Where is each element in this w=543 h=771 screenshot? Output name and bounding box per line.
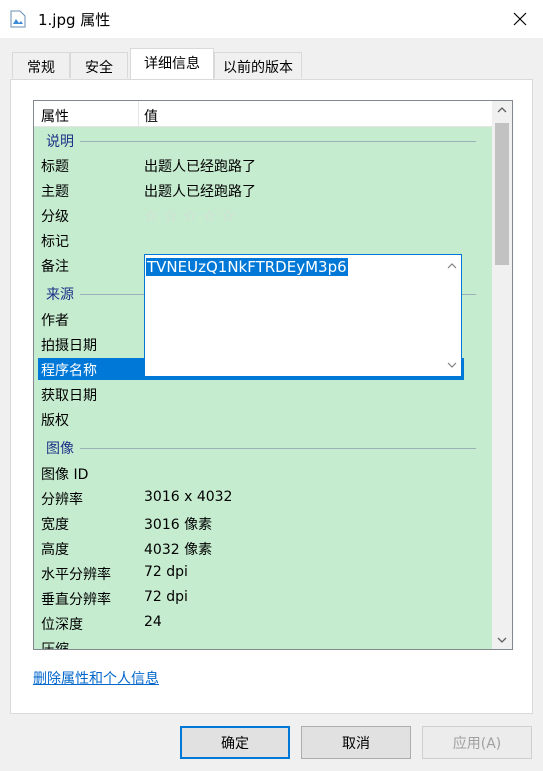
row-copyright-label: 版权 xyxy=(41,413,69,429)
group-divider xyxy=(80,448,476,449)
list-scrollbar[interactable] xyxy=(492,101,512,649)
row-tags-label: 标记 xyxy=(41,234,69,250)
row-h-res-value: 72 dpi xyxy=(144,564,188,580)
tab-general[interactable]: 常规 xyxy=(12,52,70,78)
group-origin[interactable]: 来源 xyxy=(46,284,74,304)
row-rating-label: 分级 xyxy=(41,209,69,225)
row-v-res-value: 72 dpi xyxy=(144,589,188,605)
scroll-thumb[interactable] xyxy=(495,123,509,265)
editor-scrollbar[interactable] xyxy=(443,255,461,376)
rating-stars[interactable]: ☆☆☆☆☆ xyxy=(144,206,241,225)
properties-list[interactable]: 属性 值 说明 标题 出题人已经跑路了 主题 出题人已经跑路了 分级 ☆☆☆☆☆… xyxy=(33,100,513,650)
row-title-label: 标题 xyxy=(41,159,69,175)
comments-editor[interactable]: TVNEUzQ1NkFTRDEyM3p6 xyxy=(144,254,462,377)
title-bar: 1.jpg 属性 xyxy=(0,0,543,38)
row-program-label: 程序名称 xyxy=(41,363,97,379)
row-subject-value[interactable]: 出题人已经跑路了 xyxy=(144,181,256,201)
close-button[interactable] xyxy=(497,0,543,38)
row-author-label: 作者 xyxy=(41,313,69,329)
row-h-res-label: 水平分辨率 xyxy=(41,567,111,583)
column-header-property[interactable]: 属性 xyxy=(41,106,69,126)
star-icon[interactable]: ☆ xyxy=(163,206,182,225)
scroll-up-button[interactable] xyxy=(492,101,512,119)
row-v-res-label: 垂直分辨率 xyxy=(41,592,111,608)
group-image[interactable]: 图像 xyxy=(46,438,74,458)
row-date-taken-label: 拍摄日期 xyxy=(41,338,97,354)
row-dimensions-label: 分辨率 xyxy=(41,492,83,508)
cancel-button[interactable]: 取消 xyxy=(301,726,411,759)
tab-previous-versions[interactable]: 以前的版本 xyxy=(214,52,302,78)
star-icon[interactable]: ☆ xyxy=(183,206,202,225)
scroll-down-button[interactable] xyxy=(492,631,512,649)
row-height-value: 4032 像素 xyxy=(144,542,213,558)
star-icon[interactable]: ☆ xyxy=(221,206,240,225)
row-date-acquired-label: 获取日期 xyxy=(41,388,97,404)
list-header: 属性 值 xyxy=(34,101,492,127)
star-icon[interactable]: ☆ xyxy=(144,206,163,225)
row-image-id-label: 图像 ID xyxy=(41,467,89,483)
chevron-up-icon[interactable] xyxy=(443,257,461,275)
row-bit-depth-label: 位深度 xyxy=(41,617,83,633)
apply-button[interactable]: 应用(A) xyxy=(422,726,532,759)
row-comments-label: 备注 xyxy=(41,259,69,275)
row-compression-label: 压缩 xyxy=(41,642,69,650)
chevron-down-icon[interactable] xyxy=(443,356,461,374)
tab-strip: 常规 安全 详细信息 以前的版本 xyxy=(0,38,543,80)
column-header-value[interactable]: 值 xyxy=(144,106,158,126)
window-title: 1.jpg 属性 xyxy=(38,11,111,29)
close-icon xyxy=(513,12,527,26)
row-height-label: 高度 xyxy=(41,542,69,558)
row-subject-label: 主题 xyxy=(41,184,69,200)
ok-button[interactable]: 确定 xyxy=(180,726,290,759)
details-panel: 属性 值 说明 标题 出题人已经跑路了 主题 出题人已经跑路了 分级 ☆☆☆☆☆… xyxy=(10,79,533,714)
row-width-value: 3016 像素 xyxy=(144,517,213,533)
tab-security[interactable]: 安全 xyxy=(70,52,128,78)
tab-details[interactable]: 详细信息 xyxy=(130,48,214,79)
chevron-down-icon xyxy=(497,637,507,643)
row-bit-depth-value: 24 xyxy=(144,614,162,630)
row-width-label: 宽度 xyxy=(41,517,69,533)
column-separator[interactable] xyxy=(138,101,139,127)
group-description[interactable]: 说明 xyxy=(46,131,74,151)
image-file-icon xyxy=(10,10,26,28)
star-icon[interactable]: ☆ xyxy=(202,206,221,225)
chevron-up-icon xyxy=(497,107,507,113)
row-title-value[interactable]: 出题人已经跑路了 xyxy=(144,156,256,176)
comments-editor-text[interactable]: TVNEUzQ1NkFTRDEyM3p6 xyxy=(146,258,348,276)
row-dimensions-value: 3016 x 4032 xyxy=(144,489,233,505)
group-divider xyxy=(80,141,476,142)
remove-properties-link[interactable]: 删除属性和个人信息 xyxy=(33,668,159,688)
